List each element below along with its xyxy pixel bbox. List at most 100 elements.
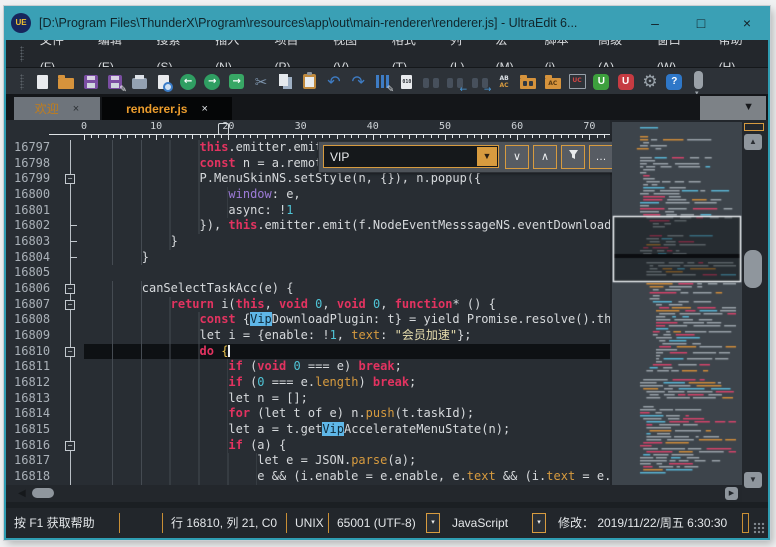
code-line[interactable]: 16808const {VipDownloadPlugin: t} = yiel…: [6, 312, 610, 328]
vertical-scroll-thumb[interactable]: [744, 250, 762, 288]
find-in-files-icon[interactable]: [519, 71, 538, 93]
line-number: 16809: [6, 328, 62, 344]
tab-overflow-panel[interactable]: ▼: [700, 96, 766, 120]
code-line[interactable]: 16818e && (i.enable = e.enable, e.text &…: [6, 469, 610, 485]
compare-window-icon[interactable]: UC: [567, 71, 586, 93]
code-line[interactable]: 16817let e = JSON.parse(a);: [6, 453, 610, 469]
print-icon[interactable]: [130, 71, 149, 93]
find-icon[interactable]: [422, 71, 441, 93]
code-line[interactable]: 16811if (void 0 === e) break;: [6, 359, 610, 375]
indent-guides: [84, 171, 200, 187]
redo-icon[interactable]: ↷: [349, 71, 368, 93]
fold-marker[interactable]: −: [65, 347, 75, 357]
tab-welcome[interactable]: 欢迎 ×: [14, 97, 100, 120]
scroll-left-icon[interactable]: ◀: [18, 488, 26, 499]
maximize-button[interactable]: □: [678, 6, 724, 40]
help-icon[interactable]: ?: [665, 71, 684, 93]
find-prev-icon[interactable]: ←: [446, 71, 465, 93]
scroll-right-button[interactable]: ▶: [725, 487, 738, 500]
code-line[interactable]: 16804}: [6, 250, 610, 266]
settings-gear-icon[interactable]: ⚙: [640, 71, 659, 93]
fold-marker[interactable]: −: [65, 441, 75, 451]
code-line[interactable]: 16810−do {: [6, 344, 610, 360]
indent-guides: [84, 328, 200, 344]
find-next-icon[interactable]: →: [470, 71, 489, 93]
undo-icon[interactable]: ↶: [324, 71, 343, 93]
back-icon[interactable]: ←: [178, 71, 197, 93]
code-line[interactable]: 16815let a = t.getVipAccelerateMenuState…: [6, 422, 610, 438]
fold-gutter: [62, 391, 84, 407]
resize-grip[interactable]: [753, 522, 765, 534]
line-number: 16817: [6, 453, 62, 469]
toolbar-grip[interactable]: [20, 74, 24, 90]
fold-marker[interactable]: −: [65, 174, 75, 184]
replace-icon[interactable]: ABAC: [494, 71, 513, 93]
replace-in-files-icon[interactable]: AC: [543, 71, 562, 93]
code-line[interactable]: 16799−P.MenuSkinNS.setStyle(n, {}), n.po…: [6, 171, 610, 187]
search-dropdown-button[interactable]: ▼: [477, 147, 497, 166]
minimize-button[interactable]: –: [632, 6, 678, 40]
close-button[interactable]: ×: [724, 6, 770, 40]
scroll-down-button[interactable]: ▼: [744, 472, 762, 488]
tab-close-icon[interactable]: ×: [201, 103, 207, 115]
horizontal-scroll-thumb[interactable]: [32, 488, 54, 498]
syntax-dropdown-button[interactable]: ▾: [532, 513, 546, 533]
line-number: 16797: [6, 140, 62, 156]
uestudio-icon[interactable]: U: [616, 71, 635, 93]
fold-gutter: [62, 234, 84, 250]
code-line[interactable]: 16807−return i(this, void 0, void 0, fun…: [6, 297, 610, 313]
code-line[interactable]: 16803}: [6, 234, 610, 250]
search-prev-button[interactable]: ∧: [533, 145, 557, 169]
code-line[interactable]: 16806−canSelectTaskAcc(e) {: [6, 281, 610, 297]
quick-find-bar: ▼ ∨∧ …: [318, 141, 614, 173]
new-file-icon[interactable]: [33, 71, 52, 93]
forward-icon[interactable]: →: [203, 71, 222, 93]
scroll-up-button[interactable]: ▲: [744, 134, 762, 150]
line-number: 16815: [6, 422, 62, 438]
code-line[interactable]: 16801async: !1: [6, 203, 610, 219]
indent-guides: [84, 297, 171, 313]
code-line[interactable]: 16805: [6, 265, 610, 281]
search-next-button[interactable]: ∨: [505, 145, 529, 169]
horizontal-scrollbar[interactable]: ◀ ▶: [6, 485, 742, 502]
search-input[interactable]: [328, 147, 472, 167]
goto-icon[interactable]: →: [227, 71, 246, 93]
print-preview-icon[interactable]: [154, 71, 173, 93]
cut-icon[interactable]: ✂: [251, 71, 270, 93]
ultracompare-icon[interactable]: U: [592, 71, 611, 93]
ultraedit-window: UE [D:\Program Files\ThunderX\Program\re…: [4, 6, 770, 540]
minimap[interactable]: [612, 122, 742, 485]
code-editor[interactable]: 010203040506070 16797this.emitter.emit(1…: [6, 120, 610, 485]
toolbar-overflow-scrollbar[interactable]: [694, 71, 703, 89]
fold-marker[interactable]: −: [65, 284, 75, 294]
search-more-button[interactable]: …: [589, 145, 613, 169]
scrollbar-top-marker[interactable]: [744, 123, 764, 131]
tab-renderer-js[interactable]: renderer.js ×: [102, 97, 232, 120]
save-icon[interactable]: [81, 71, 100, 93]
save-as-icon[interactable]: ✎: [105, 71, 124, 93]
code-line[interactable]: 16802}), this.emitter.emit(f.NodeEventMe…: [6, 218, 610, 234]
encoding-dropdown-button[interactable]: ▾: [426, 513, 440, 533]
fold-gutter: [62, 375, 84, 391]
code-line[interactable]: 16809let i = {enable: !1, text: "会员加速"};: [6, 328, 610, 344]
column-mode-icon[interactable]: ✎: [373, 71, 392, 93]
hex-edit-icon[interactable]: 010: [397, 71, 416, 93]
code-line[interactable]: 16816−if (a) {: [6, 438, 610, 454]
open-file-icon[interactable]: [57, 71, 76, 93]
line-number: 16806: [6, 281, 62, 297]
code-line[interactable]: 16812if (0 === e.length) break;: [6, 375, 610, 391]
tab-close-icon[interactable]: ×: [73, 103, 79, 115]
code-line[interactable]: 16814for (let t of e) n.push(t.taskId);: [6, 406, 610, 422]
copy-icon[interactable]: [276, 71, 295, 93]
fold-marker[interactable]: −: [65, 300, 75, 310]
menubar-grip[interactable]: [20, 46, 24, 62]
title-bar: UE [D:\Program Files\ThunderX\Program\re…: [4, 6, 770, 40]
code-line[interactable]: 16800window: e,: [6, 187, 610, 203]
search-filter-button[interactable]: [561, 145, 585, 169]
fold-gutter: [62, 265, 84, 281]
line-number: 16805: [6, 265, 62, 281]
code-line[interactable]: 16813let n = [];: [6, 391, 610, 407]
vertical-scrollbar[interactable]: ▲ ▼: [742, 120, 768, 502]
paste-icon[interactable]: [300, 71, 319, 93]
fold-gutter: −: [62, 281, 84, 297]
